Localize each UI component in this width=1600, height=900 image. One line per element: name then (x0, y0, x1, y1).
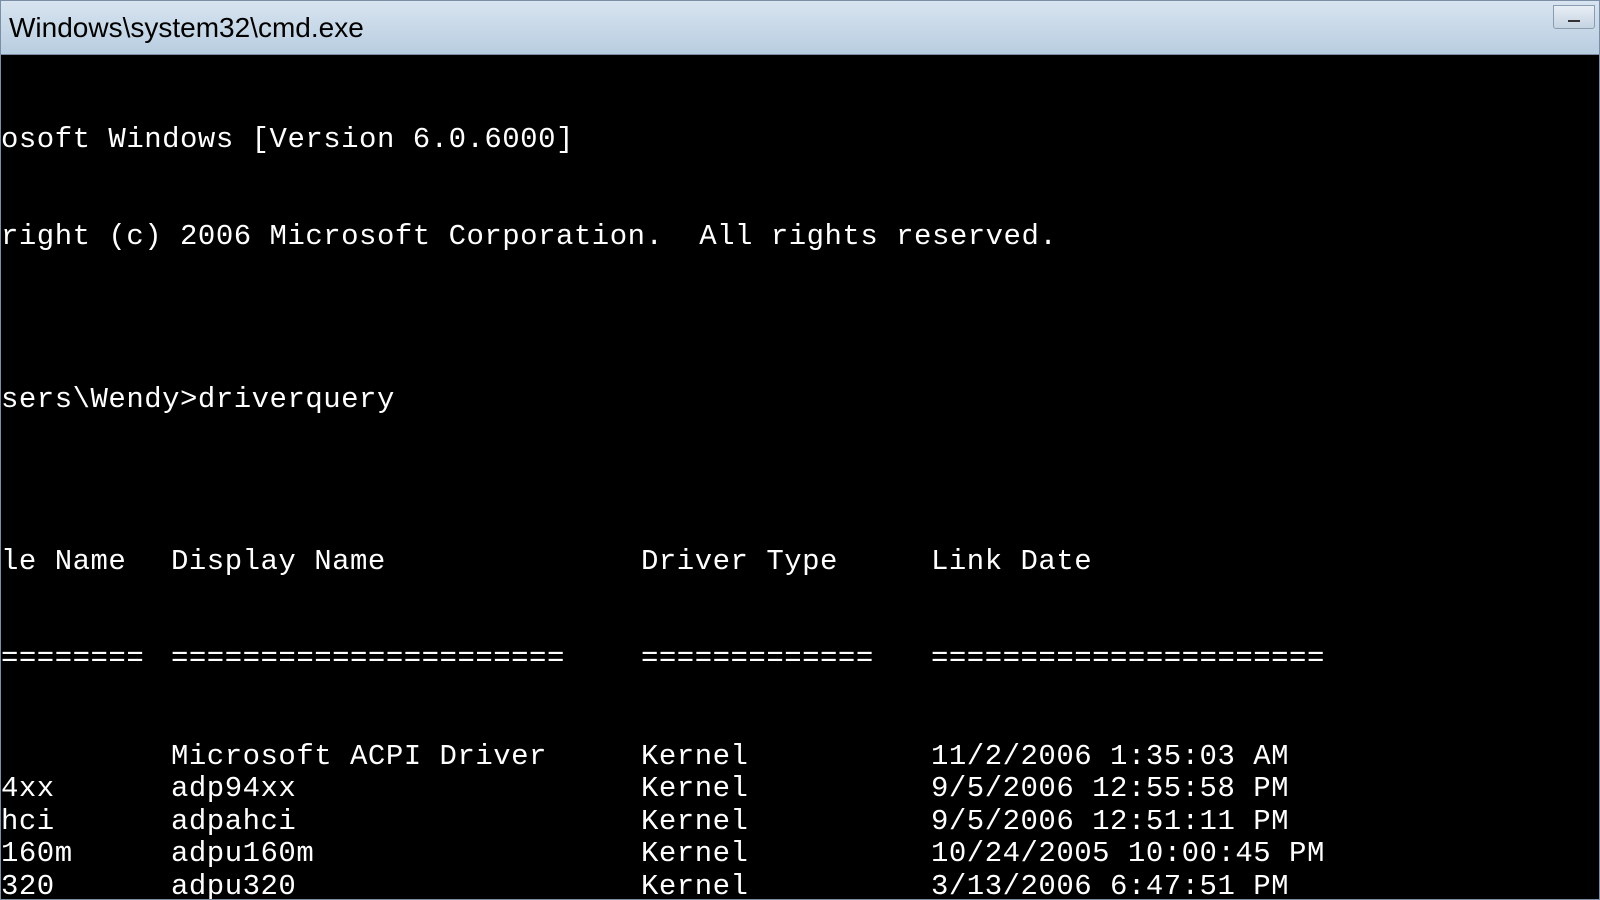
window-title: Windows\system32\cmd.exe (9, 12, 1591, 44)
cell-date: 11/2/2006 1:35:03 AM (931, 741, 1599, 773)
header-date: Link Date (931, 546, 1599, 578)
banner-line-2: right (c) 2006 Microsoft Corporation. Al… (1, 221, 1599, 253)
cell-type: Kernel (641, 741, 931, 773)
cell-display: adpu320 (171, 871, 641, 899)
cell-type: Kernel (641, 838, 931, 870)
cell-module: 160m (1, 838, 171, 870)
window-controls (1553, 5, 1595, 29)
cell-module: 320 (1, 871, 171, 899)
cmd-window: Windows\system32\cmd.exe osoft Windows [… (0, 0, 1600, 900)
table-row: Microsoft ACPI DriverKernel11/2/2006 1:3… (1, 741, 1599, 773)
minimize-button[interactable] (1553, 5, 1595, 29)
titlebar[interactable]: Windows\system32\cmd.exe (1, 1, 1599, 55)
cell-type: Kernel (641, 871, 931, 899)
cell-date: 3/13/2006 6:47:51 PM (931, 871, 1599, 899)
header-type: Driver Type (641, 546, 931, 578)
table-header-row: le Name Display Name Driver Type Link Da… (1, 546, 1599, 578)
cell-display: adp94xx (171, 773, 641, 805)
table-rows: Microsoft ACPI DriverKernel11/2/2006 1:3… (1, 741, 1599, 899)
header-module: le Name (1, 546, 171, 578)
minimize-icon (1568, 20, 1580, 22)
cell-type: Kernel (641, 806, 931, 838)
cell-date: 10/24/2005 10:00:45 PM (931, 838, 1599, 870)
cell-display: adpu160m (171, 838, 641, 870)
sep-module: ======== (1, 643, 171, 675)
table-row: 160madpu160mKernel10/24/2005 10:00:45 PM (1, 838, 1599, 870)
header-display: Display Name (171, 546, 641, 578)
table-separator-row: ======== ====================== ========… (1, 643, 1599, 675)
banner-line-1: osoft Windows [Version 6.0.6000] (1, 124, 1599, 156)
table-row: 4xxadp94xxKernel9/5/2006 12:55:58 PM (1, 773, 1599, 805)
cell-date: 9/5/2006 12:55:58 PM (931, 773, 1599, 805)
table-row: hciadpahciKernel9/5/2006 12:51:11 PM (1, 806, 1599, 838)
prompt-line: sers\Wendy>driverquery (1, 384, 1599, 416)
sep-type: ============= (641, 643, 931, 675)
cell-date: 9/5/2006 12:51:11 PM (931, 806, 1599, 838)
sep-display: ====================== (171, 643, 641, 675)
console-area[interactable]: osoft Windows [Version 6.0.6000] right (… (1, 55, 1599, 899)
cell-module (1, 741, 171, 773)
sep-date: ====================== (931, 643, 1599, 675)
cell-type: Kernel (641, 773, 931, 805)
cell-display: Microsoft ACPI Driver (171, 741, 641, 773)
table-row: 320adpu320Kernel3/13/2006 6:47:51 PM (1, 871, 1599, 899)
cell-module: 4xx (1, 773, 171, 805)
cell-display: adpahci (171, 806, 641, 838)
cell-module: hci (1, 806, 171, 838)
